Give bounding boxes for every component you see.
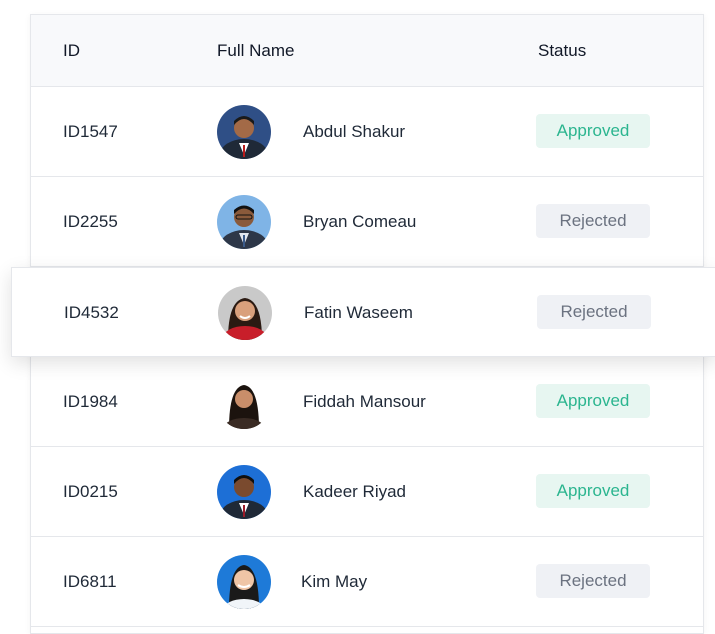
column-header-id[interactable]: ID	[63, 15, 80, 87]
avatar	[218, 286, 272, 340]
users-table: ID Full Name Status ID1547 Abdul Shakur …	[11, 14, 715, 634]
table-header: ID Full Name Status	[31, 15, 703, 87]
column-header-full-name[interactable]: Full Name	[217, 15, 294, 87]
table-row[interactable]: ID1984 Fiddah Mansour Approved	[31, 357, 703, 447]
row-full-name: Kadeer Riyad	[303, 482, 407, 501]
avatar	[217, 555, 271, 609]
row-id: ID1984	[63, 392, 118, 411]
row-id: ID1547	[63, 122, 118, 141]
status-badge: Rejected	[536, 204, 650, 238]
status-badge: Rejected	[537, 295, 651, 329]
row-id: ID4532	[64, 303, 119, 322]
row-full-name: Fatin Waseem	[304, 303, 413, 322]
row-id: ID6811	[63, 572, 117, 591]
table-row[interactable]: ID1547 Abdul Shakur Approved	[31, 87, 703, 177]
avatar-photo-icon	[217, 105, 271, 159]
status-badge: Rejected	[536, 564, 650, 598]
row-full-name: Abdul Shakur	[303, 122, 406, 141]
table-row[interactable]: ID6811 Kim May Rejected	[31, 537, 703, 627]
avatar-photo-icon	[217, 195, 271, 249]
table-row[interactable]: ID4532 Fatin Waseem Rejected	[11, 267, 715, 357]
status-badge: Approved	[536, 474, 650, 508]
row-id: ID0215	[63, 482, 118, 501]
avatar-photo-icon	[218, 286, 272, 340]
table-row[interactable]: ID2255 Bryan Comeau Rejected	[31, 177, 703, 267]
row-full-name: Fiddah Mansour	[303, 392, 426, 411]
avatar-photo-icon	[217, 465, 271, 519]
row-full-name: Bryan Comeau	[303, 212, 417, 231]
row-id: ID2255	[63, 212, 118, 231]
status-badge: Approved	[536, 384, 650, 418]
avatar-photo-icon	[217, 375, 271, 429]
column-header-status[interactable]: Status	[538, 15, 586, 87]
avatar	[217, 195, 271, 249]
status-badge: Approved	[536, 114, 650, 148]
avatar	[217, 105, 271, 159]
avatar	[217, 465, 271, 519]
row-full-name: Kim May	[301, 572, 368, 591]
table-row[interactable]: ID0215 Kadeer Riyad Approved	[31, 447, 703, 537]
avatar	[217, 375, 271, 429]
avatar-photo-icon	[217, 555, 271, 609]
